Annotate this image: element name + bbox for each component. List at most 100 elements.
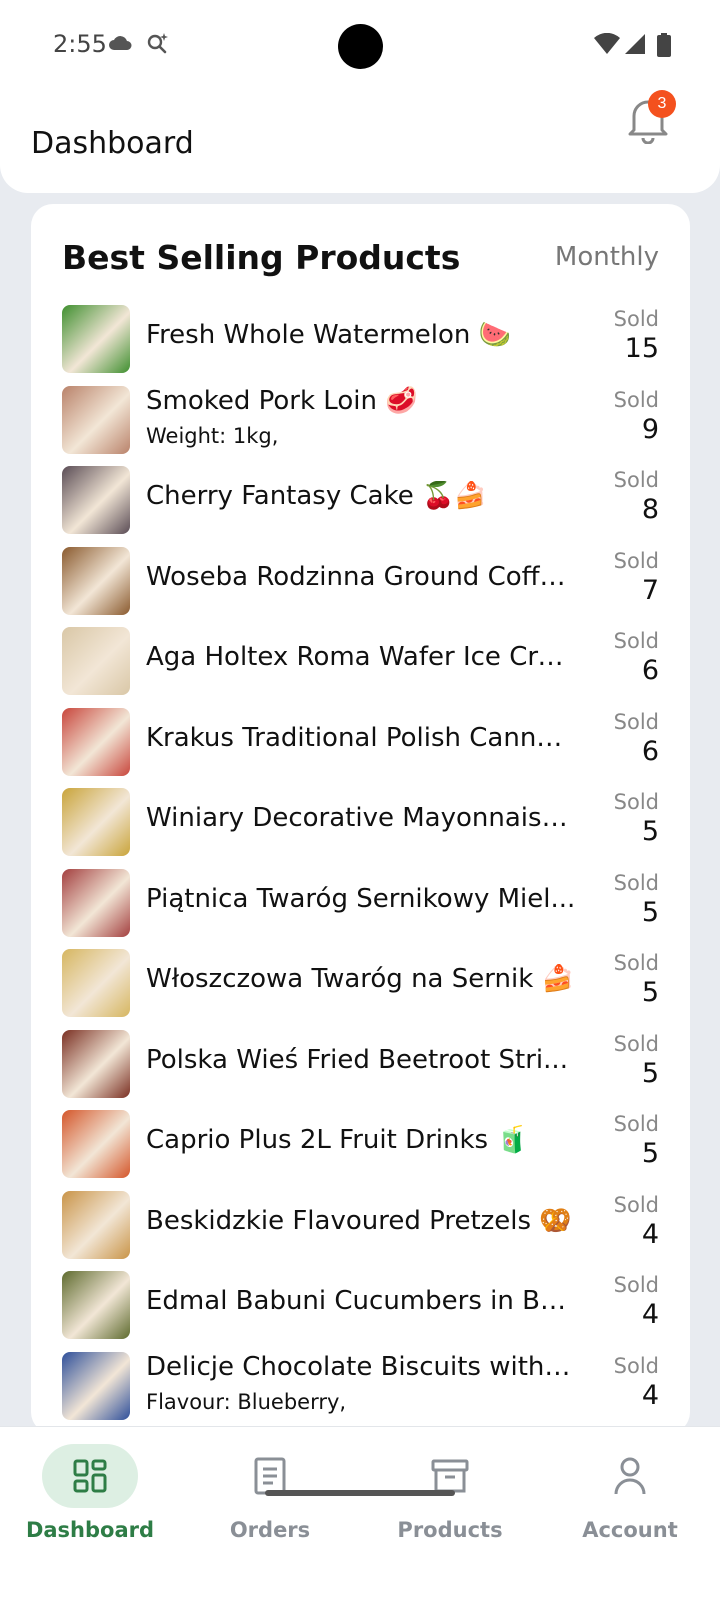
sold-label: Sold (613, 1353, 659, 1378)
product-thumbnail (62, 466, 130, 534)
product-name: Delicje Chocolate Biscuits with ... (146, 1351, 576, 1382)
sold-count: 7 (641, 574, 659, 606)
battery-icon (657, 33, 671, 57)
nav-products[interactable]: Products (360, 1427, 540, 1547)
sold-label: Sold (613, 468, 659, 492)
sold-label: Sold (613, 548, 659, 573)
signal-icon (625, 34, 645, 54)
sold-count: 5 (641, 816, 659, 847)
card-title: Best Selling Products (62, 238, 461, 277)
sold-label: Sold (613, 790, 659, 814)
product-thumbnail (62, 1029, 130, 1098)
sold-label: Sold (613, 1112, 659, 1136)
product-variant: Flavour: Blueberry, (146, 1389, 347, 1414)
product-row[interactable]: Włoszczowa Twaróg na Sernik 🍰 Sold 5 (31, 943, 690, 1024)
product-name: Caprio Plus 2L Fruit Drinks 🧃 (146, 1125, 529, 1155)
best-selling-card: Best Selling Products Monthly Fresh Whol… (31, 204, 690, 1434)
nav-products-pill (402, 1444, 498, 1508)
dashboard-icon (73, 1459, 107, 1493)
sold-label: Sold (613, 709, 659, 734)
sold-label: Sold (613, 1192, 659, 1217)
sold-count: 5 (641, 1057, 659, 1089)
product-row[interactable]: Piątnica Twaróg Sernikowy Miel... Sold 5 (31, 863, 690, 944)
nav-account[interactable]: Account (540, 1427, 720, 1547)
product-row[interactable]: Delicje Chocolate Biscuits with ... Flavo… (31, 1346, 690, 1427)
nav-account-label: Account (582, 1518, 678, 1542)
sold-count: 15 (624, 333, 659, 364)
product-row[interactable]: Woseba Rodzinna Ground Coffe... Sold 7 (31, 541, 690, 622)
status-time: 2:55 (53, 30, 107, 58)
product-thumbnail (62, 1351, 130, 1420)
sold-count: 5 (641, 977, 659, 1008)
nav-orders[interactable]: Orders (180, 1427, 360, 1547)
product-list: Fresh Whole Watermelon 🍉 Sold 15 Smoked Por… (31, 299, 690, 1426)
sold-count: 4 (641, 1218, 659, 1250)
product-name: Polska Wieś Fried Beetroot Stri... (146, 1044, 568, 1075)
sold-count: 9 (641, 413, 659, 445)
sold-count: 5 (641, 896, 659, 928)
product-name: Piątnica Twaróg Sernikowy Miel... (146, 883, 576, 914)
nav-account-pill (582, 1444, 678, 1508)
product-thumbnail (62, 788, 130, 856)
product-thumbnail (62, 546, 130, 615)
wifi-icon (594, 33, 620, 54)
sold-label: Sold (613, 951, 659, 975)
product-row[interactable]: Aga Holtex Roma Wafer Ice Cre... Sold 6 (31, 621, 690, 702)
sold-label: Sold (613, 1031, 659, 1056)
sold-count: 4 (641, 1299, 659, 1330)
home-indicator[interactable] (265, 1490, 455, 1496)
product-row[interactable]: Krakus Traditional Polish Canne... Sold 6 (31, 702, 690, 783)
product-row[interactable]: Fresh Whole Watermelon 🍉 Sold 15 (31, 299, 690, 380)
sold-count: 5 (641, 1138, 659, 1169)
product-thumbnail (62, 949, 130, 1017)
nav-products-label: Products (397, 1518, 503, 1542)
product-row[interactable]: Smoked Pork Loin 🥩 Weight: 1kg, Sold 9 (31, 380, 690, 461)
period-selector[interactable]: Monthly (555, 242, 659, 272)
product-thumbnail (62, 1271, 130, 1339)
product-name: Woseba Rodzinna Ground Coffe... (146, 561, 576, 592)
nav-dashboard-label: Dashboard (25, 1518, 155, 1542)
camera-cutout (338, 24, 383, 69)
sold-count: 6 (641, 735, 659, 767)
product-thumbnail (62, 1190, 130, 1259)
nav-orders-label: Orders (229, 1518, 311, 1542)
product-name: Fresh Whole Watermelon 🍉 (146, 320, 512, 350)
product-name: Edmal Babuni Cucumbers in Bri... (146, 1286, 576, 1316)
sold-label: Sold (613, 870, 659, 895)
bottom-navigation: Dashboard Orders Products Account (0, 1426, 720, 1600)
products-icon (431, 1459, 469, 1493)
product-thumbnail (62, 627, 130, 695)
nav-dashboard[interactable]: Dashboard (0, 1427, 180, 1547)
product-thumbnail (62, 868, 130, 937)
product-thumbnail (62, 707, 130, 776)
sold-count: 8 (641, 494, 659, 525)
product-name: Włoszczowa Twaróg na Sernik 🍰 (146, 964, 574, 994)
sold-label: Sold (613, 307, 659, 331)
product-thumbnail (62, 385, 130, 454)
top-app-bar: 2:55 Dashboard 3 (0, 0, 720, 193)
sold-label: Sold (613, 1273, 659, 1297)
sold-label: Sold (613, 629, 659, 653)
nav-dashboard-pill (42, 1444, 138, 1508)
product-name: Aga Holtex Roma Wafer Ice Cre... (146, 642, 576, 672)
product-row[interactable]: Winiary Decorative Mayonnaise ... Sold 5 (31, 782, 690, 863)
product-row[interactable]: Beskidzkie Flavoured Pretzels 🥨 Sold 4 (31, 1185, 690, 1266)
product-name: Krakus Traditional Polish Canne... (146, 722, 576, 753)
product-row[interactable]: Cherry Fantasy Cake 🍒🍰 Sold 8 (31, 460, 690, 541)
product-row[interactable]: Caprio Plus 2L Fruit Drinks 🧃 Sold 5 (31, 1104, 690, 1185)
product-row[interactable]: Polska Wieś Fried Beetroot Stri... Sold 5 (31, 1024, 690, 1105)
product-name: Smoked Pork Loin 🥩 (146, 385, 418, 416)
sold-label: Sold (613, 387, 659, 412)
product-name: Winiary Decorative Mayonnaise ... (146, 803, 576, 833)
product-name: Cherry Fantasy Cake 🍒🍰 (146, 481, 487, 511)
search-sparkle-icon (147, 33, 168, 54)
sold-count: 6 (641, 655, 659, 686)
product-row[interactable]: Edmal Babuni Cucumbers in Bri... Sold 4 (31, 1265, 690, 1346)
product-thumbnail (62, 1110, 130, 1178)
product-variant: Weight: 1kg, (146, 423, 279, 448)
sold-count: 4 (641, 1379, 659, 1411)
notification-badge: 3 (648, 90, 676, 118)
account-icon (614, 1457, 646, 1495)
product-thumbnail (62, 305, 130, 373)
page-title: Dashboard (31, 126, 194, 161)
